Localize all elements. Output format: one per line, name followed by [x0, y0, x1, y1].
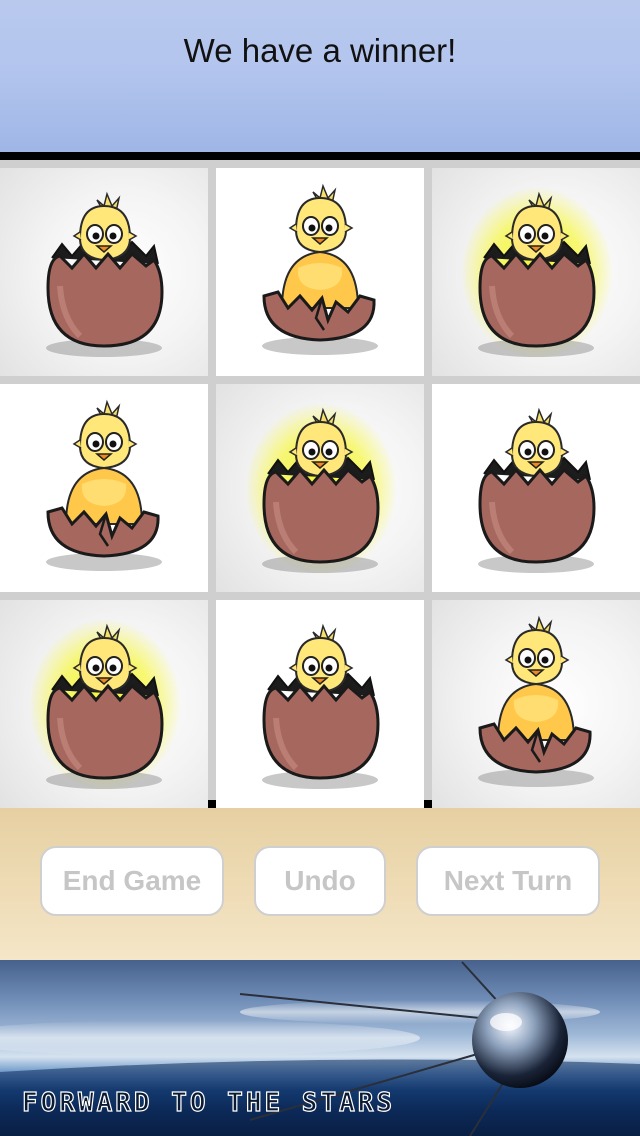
status-title: We have a winner!: [183, 32, 457, 69]
undo-button[interactable]: Undo: [254, 846, 386, 916]
board-cell-1-2[interactable]: [432, 384, 640, 592]
banner-tagline: Forward to the stars: [21, 1087, 396, 1118]
board-cell-0-0[interactable]: [0, 168, 208, 376]
egg-chick-peeking-icon: [478, 191, 596, 357]
hatched-chick-icon: [478, 615, 594, 787]
egg-chick-peeking-icon: [46, 623, 164, 789]
board-cell-0-1[interactable]: [216, 168, 424, 376]
board-cell-1-0[interactable]: [0, 384, 208, 592]
next-turn-button[interactable]: Next Turn: [416, 846, 600, 916]
board-cell-1-1[interactable]: [216, 384, 424, 592]
ad-banner[interactable]: Forward to the stars: [0, 960, 640, 1136]
game-board: [0, 152, 640, 808]
egg-chick-peeking-icon: [46, 191, 164, 357]
egg-chick-peeking-icon: [262, 407, 380, 573]
egg-chick-peeking-icon: [262, 623, 380, 789]
end-game-button[interactable]: End Game: [40, 846, 224, 916]
header-bar: We have a winner!: [0, 0, 640, 152]
controls-bar: End Game Undo Next Turn: [0, 808, 640, 960]
board-cell-2-2[interactable]: [432, 600, 640, 808]
board-cell-2-1[interactable]: [216, 600, 424, 808]
hatched-chick-icon: [46, 399, 162, 571]
board-cell-2-0[interactable]: [0, 600, 208, 808]
hatched-chick-icon: [262, 183, 378, 355]
egg-chick-peeking-icon: [478, 407, 596, 573]
board-cell-0-2[interactable]: [432, 168, 640, 376]
